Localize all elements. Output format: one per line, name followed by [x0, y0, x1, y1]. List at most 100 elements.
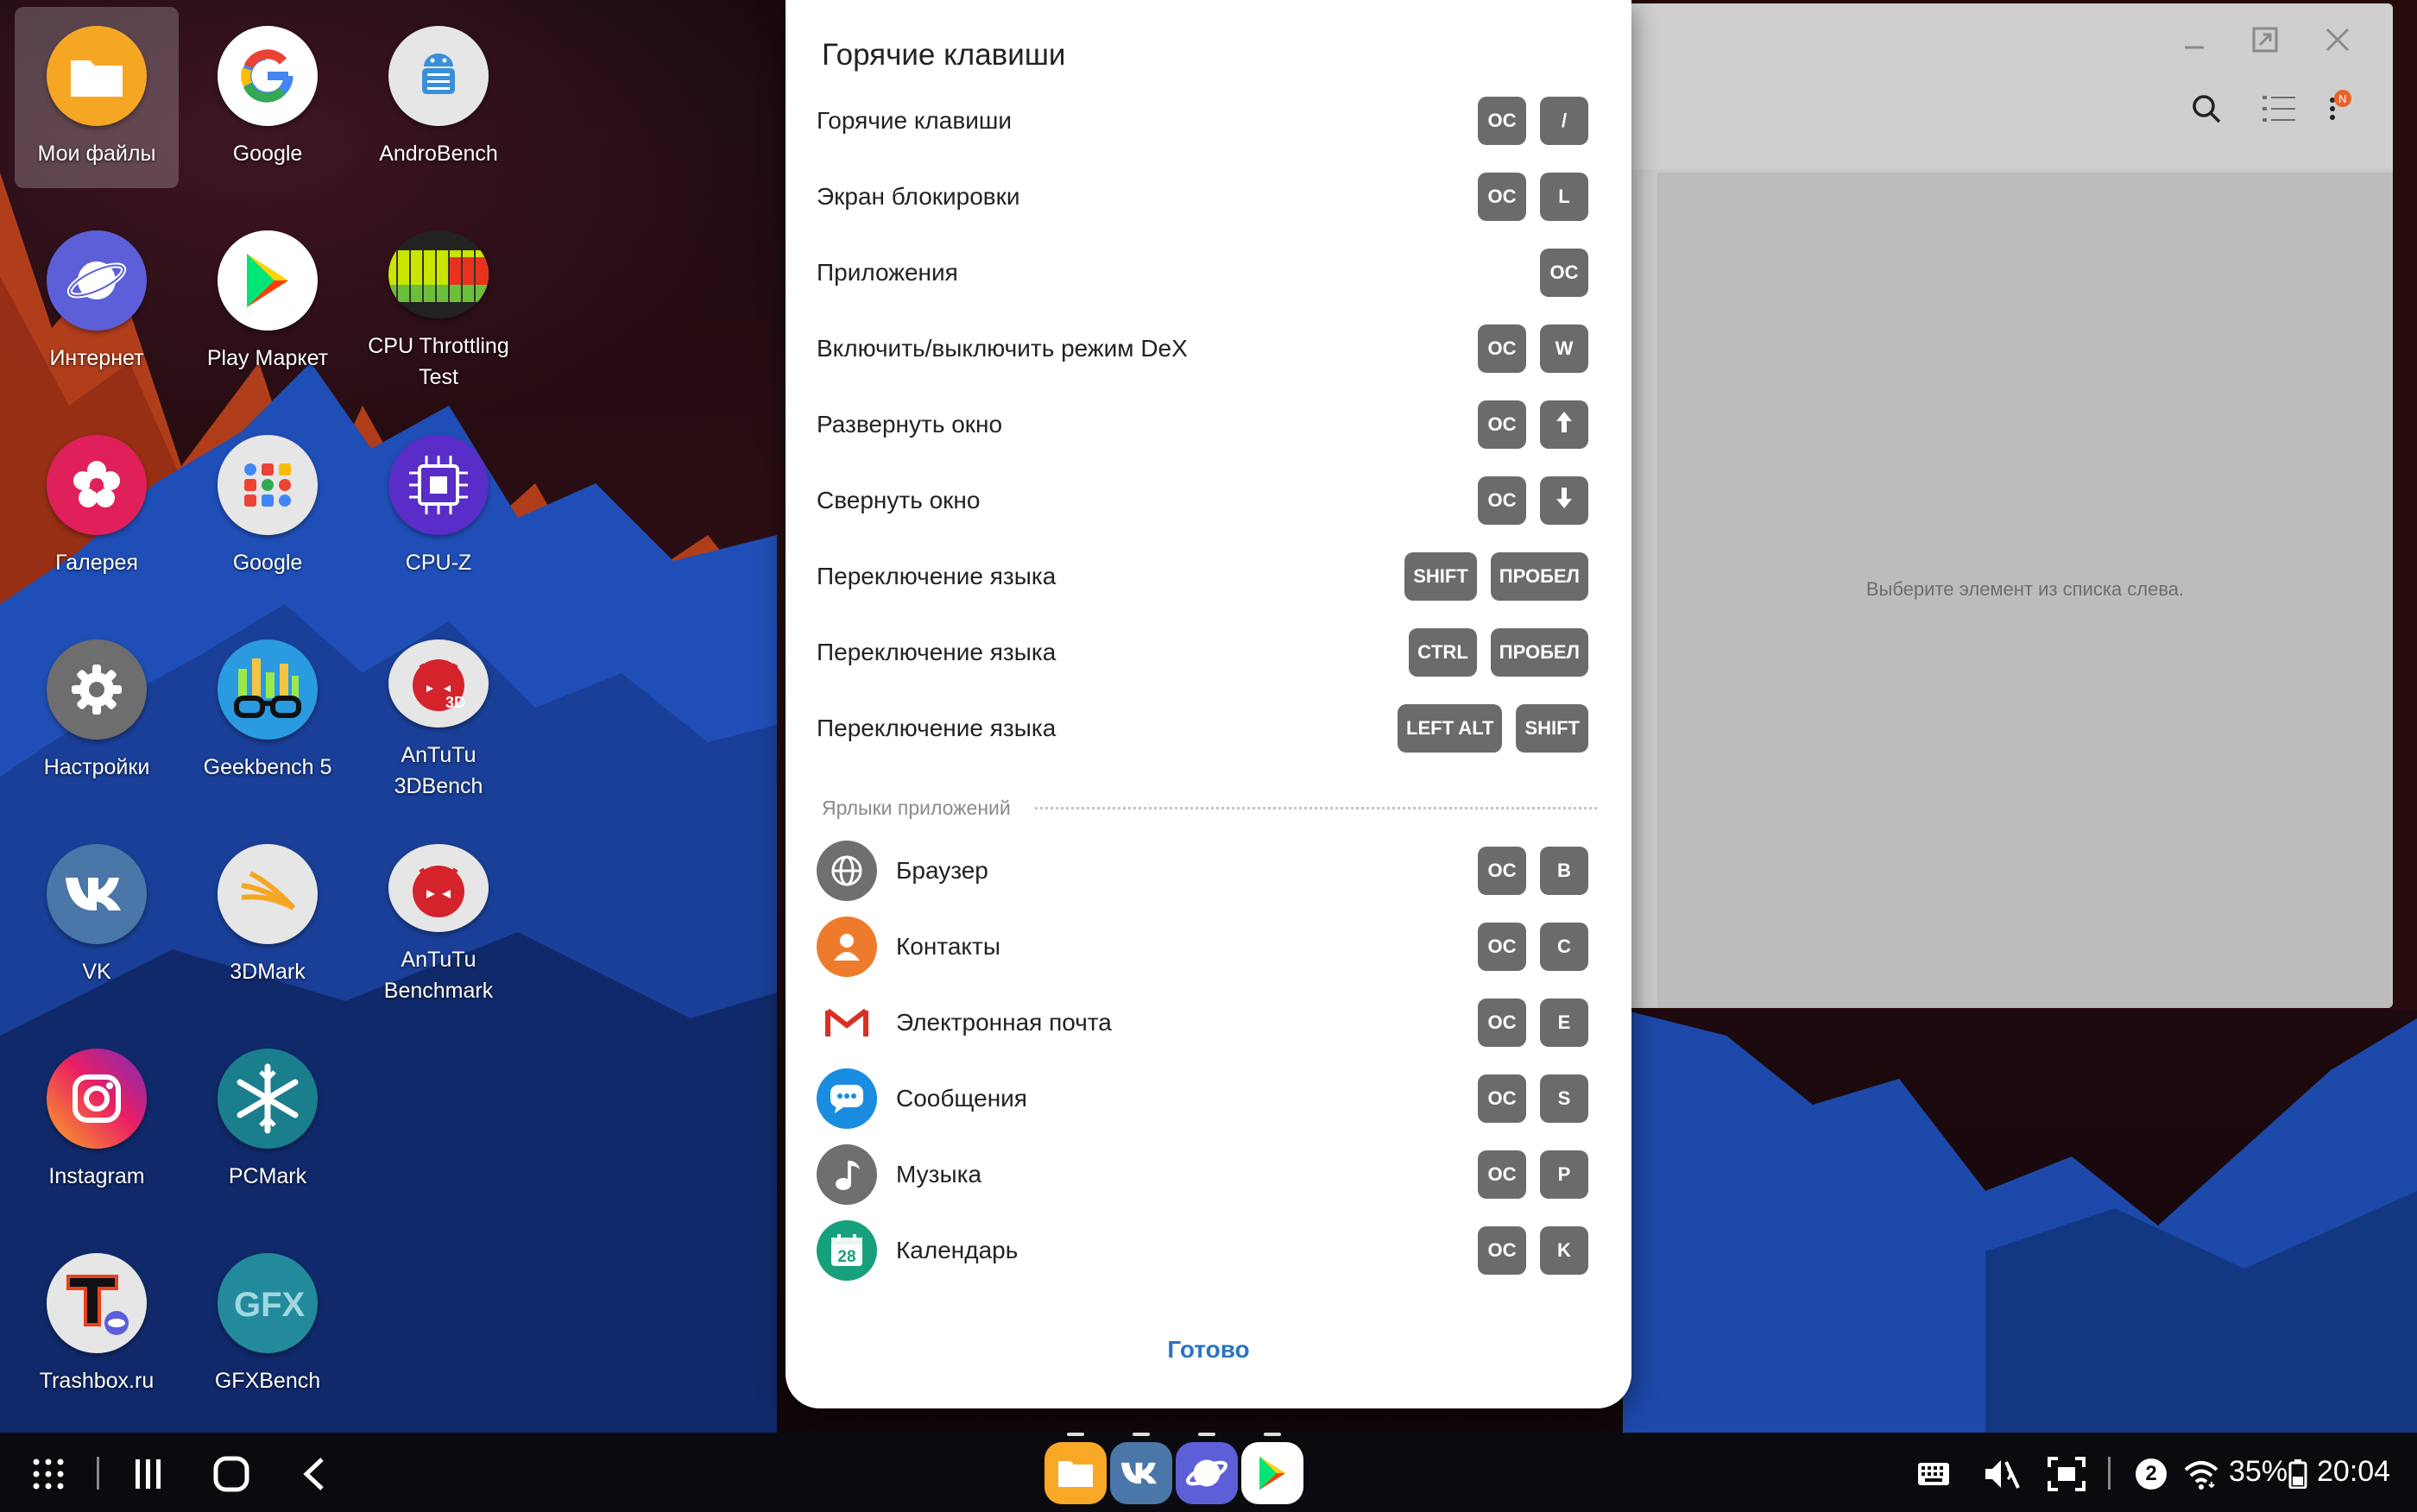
more-options-button[interactable]: N	[2319, 90, 2357, 128]
desktop-icon-antutu-benchmark[interactable]: AnTuTu Benchmark	[357, 825, 521, 1006]
list-icon	[2262, 96, 2295, 122]
home-button[interactable]	[209, 1452, 254, 1496]
desktop-icon-pcmark[interactable]: PCMark	[186, 1030, 350, 1211]
desktop-icon-gfxbench[interactable]: GFX GFXBench	[186, 1234, 350, 1415]
app-shortcuts-section-header: Ярлыки приложений	[822, 792, 1597, 823]
key-cap: L	[1540, 173, 1588, 221]
desktop-icon-antutu-3dbench[interactable]: 3D AnTuTu 3DBench	[357, 621, 521, 802]
key-combination: ОС S	[1478, 1074, 1588, 1123]
shortcut-row: Включить/выключить режим DeX ОС W	[817, 311, 1588, 387]
desktop-icon-androbench[interactable]: AndroBench	[357, 7, 521, 188]
apps-grid-icon	[33, 1458, 64, 1490]
close-window-button[interactable]	[2319, 21, 2357, 59]
maximize-window-button[interactable]	[2246, 21, 2284, 59]
desktop-icon-3dmark[interactable]: 3DMark	[186, 825, 350, 1006]
desktop-icon-gallery[interactable]: Галерея	[15, 416, 179, 597]
desktop-icon-internet[interactable]: Интернет	[15, 211, 179, 393]
background-app-window[interactable]: N Выберите элемент из списка слева.	[1623, 3, 2393, 1008]
desktop-icon-vk[interactable]: VK	[15, 825, 179, 1006]
key-combination: ОС P	[1478, 1150, 1588, 1199]
desktop-icon-google[interactable]: Google	[186, 7, 350, 188]
shortcut-label: Свернуть окно	[817, 487, 981, 513]
close-icon	[2325, 28, 2350, 52]
key-cap	[1540, 476, 1588, 525]
chat-icon	[817, 1068, 877, 1129]
dock-internet-icon[interactable]	[1176, 1442, 1238, 1504]
key-combination: CTRL ПРОБЕЛ	[1409, 628, 1588, 677]
internet-icon	[47, 230, 147, 331]
desktop-icon-instagram[interactable]: Instagram	[15, 1030, 179, 1211]
key-cap: ОС	[1478, 97, 1526, 145]
wifi-status[interactable]	[2180, 1455, 2222, 1493]
desktop-icon-play-market[interactable]: Play Маркет	[186, 211, 350, 393]
mute-icon	[1985, 1460, 2020, 1489]
tray-divider	[2108, 1457, 2111, 1490]
vk-icon	[47, 844, 147, 944]
antutu-3d-icon: 3D	[388, 639, 489, 728]
key-cap: ОС	[1478, 1226, 1526, 1275]
key-cap: P	[1540, 1150, 1588, 1199]
key-cap: ОС	[1478, 400, 1526, 449]
svg-text:28: 28	[837, 1248, 855, 1266]
screenshot-icon	[2048, 1457, 2086, 1491]
app-shortcut-label: Сообщения	[896, 1085, 1027, 1112]
key-cap: SHIFT	[1516, 704, 1588, 753]
key-combination: ОС E	[1478, 999, 1588, 1047]
shortcut-row: Развернуть окно ОС	[817, 387, 1588, 463]
gmail-icon	[817, 992, 877, 1053]
section-title: Ярлыки приложений	[822, 796, 1011, 819]
recent-apps-button[interactable]	[126, 1452, 171, 1496]
dock-play-store-icon[interactable]	[1241, 1442, 1303, 1504]
shortcut-label: Горячие клавиши	[817, 107, 1012, 134]
sound-button[interactable]	[1980, 1453, 2022, 1495]
person-icon	[817, 917, 877, 977]
app-shortcut-row: Электронная почта ОС E	[817, 985, 1588, 1061]
desktop-icon-my-files[interactable]: Мои файлы	[15, 7, 179, 188]
folder-icon	[47, 26, 147, 126]
window-content-area: Выберите элемент из списка слева.	[1657, 173, 2393, 1008]
search-button[interactable]	[2187, 90, 2225, 128]
globe-icon	[817, 841, 877, 901]
app-drawer-button[interactable]	[26, 1452, 71, 1496]
taskbar-divider	[97, 1457, 99, 1490]
notification-count-badge[interactable]: 2	[2136, 1458, 2167, 1490]
key-combination: ОС L	[1478, 173, 1588, 221]
key-combination: ОС C	[1478, 923, 1588, 971]
key-cap: ОС	[1540, 249, 1588, 297]
shortcut-row: Переключение языка SHIFT ПРОБЕЛ	[817, 539, 1588, 614]
key-cap: ОС	[1478, 324, 1526, 373]
shortcut-label: Развернуть окно	[817, 411, 1003, 438]
back-button[interactable]	[292, 1452, 337, 1496]
desktop-icon-settings[interactable]: Настройки	[15, 621, 179, 802]
battery-percentage: 35%	[2229, 1455, 2288, 1488]
app-shortcut-row: 28 Календарь ОС K	[817, 1213, 1588, 1288]
desktop-icon-cpu-throttling[interactable]: CPU Throttling Test	[357, 211, 521, 393]
key-combination: ОС /	[1478, 97, 1588, 145]
desktop-icon-trashbox[interactable]: Trashbox.ru	[15, 1234, 179, 1415]
3dmark-icon	[218, 844, 318, 944]
desktop-icon-cpu-z[interactable]: CPU-Z	[357, 416, 521, 597]
dock-my-files-icon[interactable]	[1044, 1442, 1107, 1504]
desktop-icon-google-folder[interactable]: Google	[186, 416, 350, 597]
clock[interactable]: 20:04	[2317, 1455, 2390, 1489]
battery-status	[2288, 1457, 2308, 1491]
instagram-icon	[47, 1049, 147, 1149]
window-title-bar[interactable]	[1623, 3, 2393, 74]
key-cap: K	[1540, 1226, 1588, 1275]
screen-capture-button[interactable]	[2046, 1453, 2087, 1495]
dock-vk-icon[interactable]	[1110, 1442, 1172, 1504]
list-view-button[interactable]	[2260, 90, 2298, 128]
more-vertical-icon: N	[2330, 90, 2351, 120]
done-button[interactable]: Готово	[786, 1336, 1631, 1364]
shortcut-row: Горячие клавиши ОС /	[817, 83, 1588, 159]
taskbar: 2 35% 20:04	[0, 1433, 2417, 1512]
minimize-window-button[interactable]	[2175, 21, 2213, 59]
section-divider	[1034, 806, 1597, 810]
calendar-icon: 28	[817, 1220, 877, 1281]
desktop-icon-geekbench[interactable]: Geekbench 5	[186, 621, 350, 802]
cpu-throttling-icon	[388, 230, 489, 318]
key-cap: ОС	[1478, 476, 1526, 525]
shortcut-row: Переключение языка CTRL ПРОБЕЛ	[817, 614, 1588, 690]
keyboard-button[interactable]	[1915, 1457, 1953, 1491]
key-cap: LEFT ALT	[1398, 704, 1503, 753]
